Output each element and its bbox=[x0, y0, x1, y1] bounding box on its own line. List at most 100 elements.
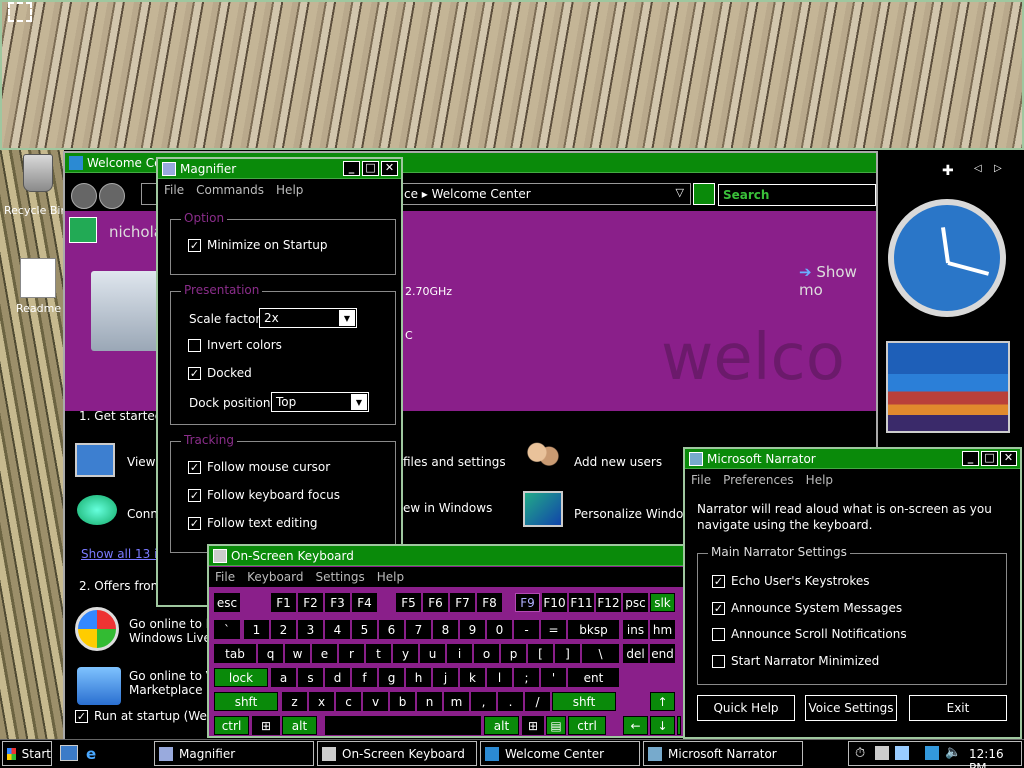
ie-icon[interactable]: e bbox=[86, 745, 96, 763]
key-del[interactable]: del bbox=[623, 644, 648, 663]
key-tab[interactable]: tab bbox=[214, 644, 256, 663]
voice-settings-button[interactable]: Voice Settings bbox=[805, 695, 897, 721]
key-F6[interactable]: F6 bbox=[423, 593, 448, 612]
connect-item[interactable]: Conn bbox=[127, 507, 158, 521]
key-F9[interactable]: F9 bbox=[515, 593, 540, 612]
key-9[interactable]: 9 bbox=[460, 620, 485, 639]
slideshow-gadget[interactable] bbox=[886, 341, 1010, 433]
key-lock[interactable]: lock bbox=[214, 668, 268, 687]
show-more-link[interactable]: ➔ Show mo bbox=[799, 263, 876, 299]
follow-text-checkbox[interactable]: ✓ Follow text editing bbox=[188, 516, 318, 530]
key-e[interactable]: e bbox=[312, 644, 337, 663]
key-esc[interactable]: esc bbox=[214, 593, 240, 612]
key-x61[interactable]: = bbox=[541, 620, 566, 639]
key-end[interactable]: end bbox=[650, 644, 675, 663]
key-b[interactable]: b bbox=[390, 692, 415, 711]
taskbar-welcome[interactable]: Welcome Center bbox=[480, 741, 640, 766]
key-ctrl[interactable]: ctrl bbox=[214, 716, 249, 735]
key-bksp[interactable]: bksp bbox=[568, 620, 619, 639]
key-F1[interactable]: F1 bbox=[271, 593, 296, 612]
close-button[interactable]: ✕ bbox=[1000, 451, 1017, 466]
key-F10[interactable]: F10 bbox=[542, 593, 567, 612]
key-alt[interactable]: alt bbox=[282, 716, 317, 735]
docked-checkbox[interactable]: ✓ Docked bbox=[188, 366, 252, 380]
connect-icon[interactable] bbox=[77, 495, 117, 525]
key-w[interactable]: w bbox=[285, 644, 310, 663]
key-F5[interactable]: F5 bbox=[396, 593, 421, 612]
next-gadget-icon[interactable]: ▷ bbox=[994, 163, 1002, 174]
menu-preferences[interactable]: Preferences bbox=[723, 473, 794, 487]
magnifier-title-bar[interactable]: Magnifier _ □ ✕ bbox=[158, 159, 401, 179]
volume-icon[interactable]: 🔈 bbox=[945, 745, 961, 760]
space-key[interactable] bbox=[325, 716, 481, 735]
refresh-button[interactable] bbox=[693, 183, 715, 205]
follow-mouse-checkbox[interactable]: ✓ Follow mouse cursor bbox=[188, 460, 330, 474]
key-1[interactable]: 1 bbox=[244, 620, 269, 639]
start-minimized-checkbox[interactable]: Start Narrator Minimized bbox=[712, 654, 879, 668]
add-gadget-icon[interactable]: ✚ bbox=[942, 163, 954, 179]
key-2[interactable]: 2 bbox=[271, 620, 296, 639]
view-item[interactable]: View bbox=[127, 455, 155, 469]
key-6[interactable]: 6 bbox=[379, 620, 404, 639]
personalize-item[interactable]: Personalize Window bbox=[574, 507, 693, 521]
key-F2[interactable]: F2 bbox=[298, 593, 323, 612]
key-c[interactable]: c bbox=[336, 692, 361, 711]
windows-live-icon[interactable] bbox=[75, 607, 119, 651]
key-x39[interactable]: ' bbox=[541, 668, 566, 687]
menu-help[interactable]: Help bbox=[276, 183, 303, 197]
key-a[interactable]: a bbox=[271, 668, 296, 687]
key-3[interactable]: 3 bbox=[298, 620, 323, 639]
key-x59[interactable]: ; bbox=[514, 668, 539, 687]
menu-commands[interactable]: Commands bbox=[196, 183, 264, 197]
prev-gadget-icon[interactable]: ◁ bbox=[974, 163, 982, 174]
recycle-bin-icon[interactable]: Recycle Bin bbox=[4, 154, 67, 217]
start-button[interactable]: Start bbox=[2, 741, 52, 766]
key-x44[interactable]: , bbox=[471, 692, 496, 711]
key-psc[interactable]: psc bbox=[623, 593, 648, 612]
key-4[interactable]: 4 bbox=[325, 620, 350, 639]
taskbar-osk[interactable]: On-Screen Keyboard bbox=[317, 741, 477, 766]
key-f[interactable]: f bbox=[352, 668, 377, 687]
key-g[interactable]: g bbox=[379, 668, 404, 687]
keyboard-tray-icon[interactable] bbox=[895, 746, 909, 760]
view-computer-icon[interactable] bbox=[75, 443, 115, 477]
key-u[interactable]: u bbox=[420, 644, 445, 663]
back-button[interactable] bbox=[71, 183, 97, 209]
key-alt[interactable]: alt bbox=[484, 716, 519, 735]
key-F11[interactable]: F11 bbox=[569, 593, 594, 612]
show-all-link[interactable]: Show all 13 it bbox=[81, 547, 162, 561]
key-x91[interactable]: [ bbox=[528, 644, 553, 663]
forward-button[interactable] bbox=[99, 183, 125, 209]
arrow-left-icon[interactable]: ← bbox=[623, 716, 648, 735]
windows-key-right-icon[interactable]: ⊞ bbox=[522, 716, 544, 735]
key-0[interactable]: 0 bbox=[487, 620, 512, 639]
taskbar-magnifier[interactable]: Magnifier bbox=[154, 741, 314, 766]
minimize-button[interactable]: _ bbox=[343, 161, 360, 176]
scale-factor-select[interactable]: 2x ▼ bbox=[259, 308, 357, 328]
menu-key-icon[interactable]: ▤ bbox=[546, 716, 566, 735]
key-shft[interactable]: shft bbox=[214, 692, 278, 711]
key-v[interactable]: v bbox=[363, 692, 388, 711]
windows-live-offer[interactable]: Go online to le Windows Live bbox=[129, 617, 216, 645]
show-desktop-icon[interactable] bbox=[60, 745, 78, 761]
key-l[interactable]: l bbox=[487, 668, 512, 687]
menu-file[interactable]: File bbox=[691, 473, 711, 487]
key-ent[interactable]: ent bbox=[568, 668, 619, 687]
follow-keyboard-checkbox[interactable]: ✓ Follow keyboard focus bbox=[188, 488, 340, 502]
taskbar-clock[interactable]: 12:16 PM bbox=[969, 747, 1021, 768]
narrator-title-bar[interactable]: Microsoft Narrator _ □ ✕ bbox=[685, 449, 1020, 469]
key-F7[interactable]: F7 bbox=[450, 593, 475, 612]
add-users-item[interactable]: Add new users bbox=[574, 455, 662, 469]
search-input[interactable]: Search bbox=[718, 184, 876, 206]
key-d[interactable]: d bbox=[325, 668, 350, 687]
marketplace-offer[interactable]: Go online to V Marketplace bbox=[129, 669, 214, 697]
key-t[interactable]: t bbox=[366, 644, 391, 663]
key-x92[interactable]: \ bbox=[582, 644, 619, 663]
address-dropdown-icon[interactable]: ▽ bbox=[676, 186, 684, 199]
arrow-down-icon[interactable]: ↓ bbox=[650, 716, 675, 735]
maximize-button[interactable]: □ bbox=[981, 451, 998, 466]
key-hm[interactable]: hm bbox=[650, 620, 675, 639]
announce-scroll-checkbox[interactable]: Announce Scroll Notifications bbox=[712, 627, 907, 641]
key-z[interactable]: z bbox=[282, 692, 307, 711]
key-ctrl[interactable]: ctrl bbox=[568, 716, 606, 735]
